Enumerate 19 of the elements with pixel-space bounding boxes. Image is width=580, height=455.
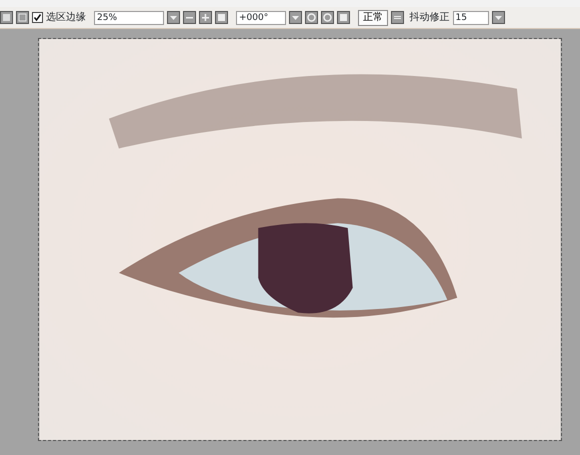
reset-icon[interactable] [215,11,228,24]
angle-field[interactable]: +000° [236,10,286,24]
blend-mode-button[interactable]: 正常 [358,10,388,26]
dropdown-icon[interactable] [289,11,302,24]
dropdown-icon[interactable] [492,11,504,24]
zoom-out-icon[interactable] [183,11,196,24]
rotate-right-icon[interactable] [321,11,334,24]
checkbox[interactable] [32,12,43,23]
stabilizer-field[interactable]: 15 [452,10,488,24]
dropdown-icon[interactable] [167,11,180,24]
zoom-field[interactable]: 25% [94,10,164,24]
flip-icon[interactable] [391,11,404,24]
rotate-left-icon[interactable] [305,11,318,24]
square-icon[interactable] [0,11,13,24]
reset-icon[interactable] [337,11,350,24]
square-icon[interactable] [16,11,29,24]
zoom-in-icon[interactable] [199,11,212,24]
stabilizer-label: 抖动修正 [410,10,450,25]
checkbox-label: 选区边缘 [46,10,86,25]
